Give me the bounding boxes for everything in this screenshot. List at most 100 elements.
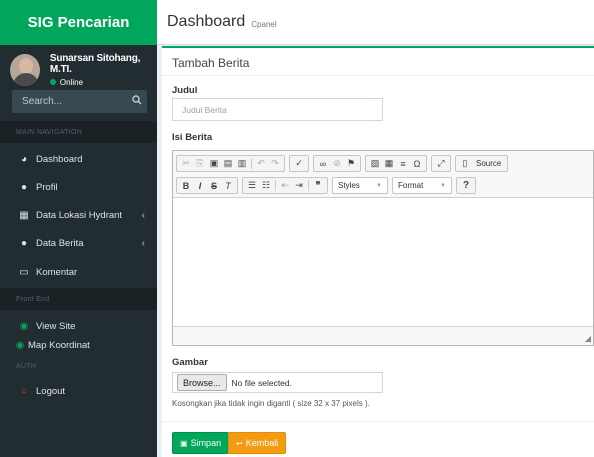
page-subtitle: Cpanel	[251, 20, 277, 29]
eye-icon: ◉	[15, 339, 25, 351]
link-group: ∞ ⊘ ⚑	[313, 155, 361, 172]
globe-icon: ●	[20, 237, 28, 249]
sidebar-item-berita[interactable]: ● Data Berita ‹	[0, 229, 157, 257]
table-icon[interactable]: ▦	[382, 157, 396, 171]
special-char-icon[interactable]: Ω	[410, 157, 424, 171]
help-icon[interactable]: ?	[459, 179, 473, 193]
copy-icon[interactable]: ⎘	[193, 157, 207, 171]
floppy-icon: ▣	[180, 438, 188, 448]
sidebar-item-label: Map Koordinat	[28, 339, 90, 351]
sidebar-item-komentar[interactable]: ▭ Komentar	[0, 258, 157, 286]
save-button-label: Simpan	[190, 438, 222, 448]
strikethrough-icon[interactable]: S	[207, 179, 221, 193]
redo-icon[interactable]: ↷	[268, 157, 282, 171]
online-dot-icon	[49, 79, 56, 85]
form-box: Tambah Berita Judul Isi Berita ✂ ⎘ ▣ ▤ ▥…	[162, 46, 594, 457]
maximize-icon[interactable]: ⤢	[434, 157, 448, 171]
isi-berita-label: Isi Berita	[172, 132, 213, 143]
sidebar-search	[12, 90, 147, 113]
search-icon[interactable]	[127, 95, 147, 108]
spellcheck-icon[interactable]: ✓	[292, 157, 306, 171]
remove-format-icon[interactable]: T	[221, 179, 235, 193]
paste-text-icon[interactable]: ▤	[221, 157, 235, 171]
sidebar-item-label: Data Lokasi Hydrant	[36, 209, 123, 221]
maximize-group: ⤢	[431, 155, 451, 172]
user-status: Online	[49, 77, 157, 87]
reply-icon: ↩	[236, 438, 243, 448]
avatar	[10, 53, 40, 86]
sidebar-item-label: Komentar	[36, 266, 78, 278]
styles-dropdown-label: Styles	[338, 181, 360, 190]
insert-group: ▨ ▦ ≡ Ω	[365, 155, 427, 172]
format-dropdown-label: Format	[398, 181, 424, 190]
sidebar-item-map[interactable]: ◉ Map Koordinat	[0, 334, 157, 356]
user-info: Sunarsan Sitohang, M.TI. Online	[49, 52, 157, 87]
numbered-list-icon[interactable]: ☰	[245, 179, 259, 193]
sidebar-item-hydrant[interactable]: ▦ Data Lokasi Hydrant ‹	[0, 201, 157, 229]
italic-icon[interactable]: I	[193, 179, 207, 193]
cut-icon[interactable]: ✂	[179, 157, 193, 171]
save-button[interactable]: ▣ Simpan	[172, 432, 230, 454]
blockquote-icon[interactable]: ❞	[311, 179, 325, 193]
caret-down-icon: ▼	[440, 182, 446, 189]
user-name: Sunarsan Sitohang, M.TI.	[49, 52, 141, 75]
chevron-left-icon: ‹	[141, 237, 145, 249]
search-input[interactable]	[12, 95, 127, 108]
sidebar: SIG Pencarian Sunarsan Sitohang, M.TI. O…	[0, 0, 157, 457]
back-button-label: Kembali	[245, 438, 279, 448]
judul-input[interactable]	[172, 98, 383, 121]
gambar-label: Gambar	[172, 357, 208, 368]
basic-style-group: B I S T	[176, 177, 238, 194]
sidebar-item-logout[interactable]: ○ Logout	[0, 377, 157, 405]
box-title: Tambah Berita	[172, 56, 250, 70]
source-button[interactable]: Source	[472, 159, 505, 168]
sidebar-item-label: View Site	[36, 320, 76, 332]
indent-icon[interactable]: ⇥	[292, 179, 306, 193]
rich-text-editor: ✂ ⎘ ▣ ▤ ▥ ↶ ↷ ✓ ∞ ⊘ ⚑ ▨ ▦ ≡ Ω ⤢ ▯ Source…	[172, 150, 594, 346]
horizontal-line-icon[interactable]: ≡	[396, 157, 410, 171]
undo-icon[interactable]: ↶	[254, 157, 268, 171]
editor-toolbar-row-1: ✂ ⎘ ▣ ▤ ▥ ↶ ↷ ✓ ∞ ⊘ ⚑ ▨ ▦ ≡ Ω ⤢ ▯ Source	[176, 154, 512, 173]
format-dropdown[interactable]: Format ▼	[392, 177, 452, 194]
styles-dropdown[interactable]: Styles ▼	[332, 177, 388, 194]
editor-content-area[interactable]	[173, 197, 593, 327]
back-button[interactable]: ↩ Kembali	[228, 432, 287, 454]
source-icon: ▯	[462, 158, 468, 168]
help-text: Kosongkan jika tidak ingin diganti ( siz…	[172, 399, 370, 408]
sidebar-item-label: Profil	[36, 181, 58, 193]
file-status: No file selected.	[231, 377, 292, 388]
content-header: Dashboard Cpanel	[157, 0, 594, 45]
paste-word-icon[interactable]: ▥	[235, 157, 249, 171]
bulleted-list-icon[interactable]: ☷	[259, 179, 273, 193]
building-icon: ▦	[19, 209, 29, 221]
paste-icon[interactable]: ▣	[207, 157, 221, 171]
section-main-navigation: MAIN NAVIGATION	[0, 121, 157, 143]
outdent-icon[interactable]: ⇤	[278, 179, 292, 193]
page-title: Dashboard	[167, 13, 246, 30]
anchor-flag-icon[interactable]: ⚑	[344, 157, 358, 171]
sidebar-item-dashboard[interactable]: ◕ Dashboard	[0, 145, 157, 173]
brand-logo[interactable]: SIG Pencarian	[0, 0, 157, 45]
divider	[162, 421, 594, 422]
user-panel: Sunarsan Sitohang, M.TI. Online	[0, 47, 157, 92]
bold-icon[interactable]: B	[179, 179, 193, 193]
user-status-text: Online	[59, 77, 84, 87]
judul-label: Judul	[172, 85, 198, 96]
source-group: ▯ Source	[455, 155, 509, 172]
clipboard-group: ✂ ⎘ ▣ ▤ ▥ ↶ ↷	[176, 155, 285, 172]
sidebar-item-profil[interactable]: ● Profil	[0, 173, 157, 201]
section-front-end: Front End	[0, 288, 157, 310]
browse-button[interactable]: Browse...	[177, 374, 227, 391]
link-icon[interactable]: ∞	[316, 157, 330, 171]
image-icon[interactable]: ▨	[368, 157, 382, 171]
sidebar-item-label: Data Berita	[36, 237, 84, 249]
resize-handle-icon[interactable]: ◢	[585, 334, 591, 343]
section-auth: AUTH	[0, 356, 157, 376]
tachometer-icon: ◕	[20, 153, 28, 165]
laptop-icon: ▭	[19, 266, 29, 278]
sidebar-item-label: Dashboard	[36, 153, 83, 165]
unlink-icon[interactable]: ⊘	[330, 157, 344, 171]
users-icon: ●	[20, 181, 28, 193]
list-group: ☰ ☷ ⇤ ⇥ ❞	[242, 177, 328, 194]
editor-toolbar-row-2: B I S T ☰ ☷ ⇤ ⇥ ❞ Styles ▼ Format ▼ ?	[176, 176, 480, 195]
